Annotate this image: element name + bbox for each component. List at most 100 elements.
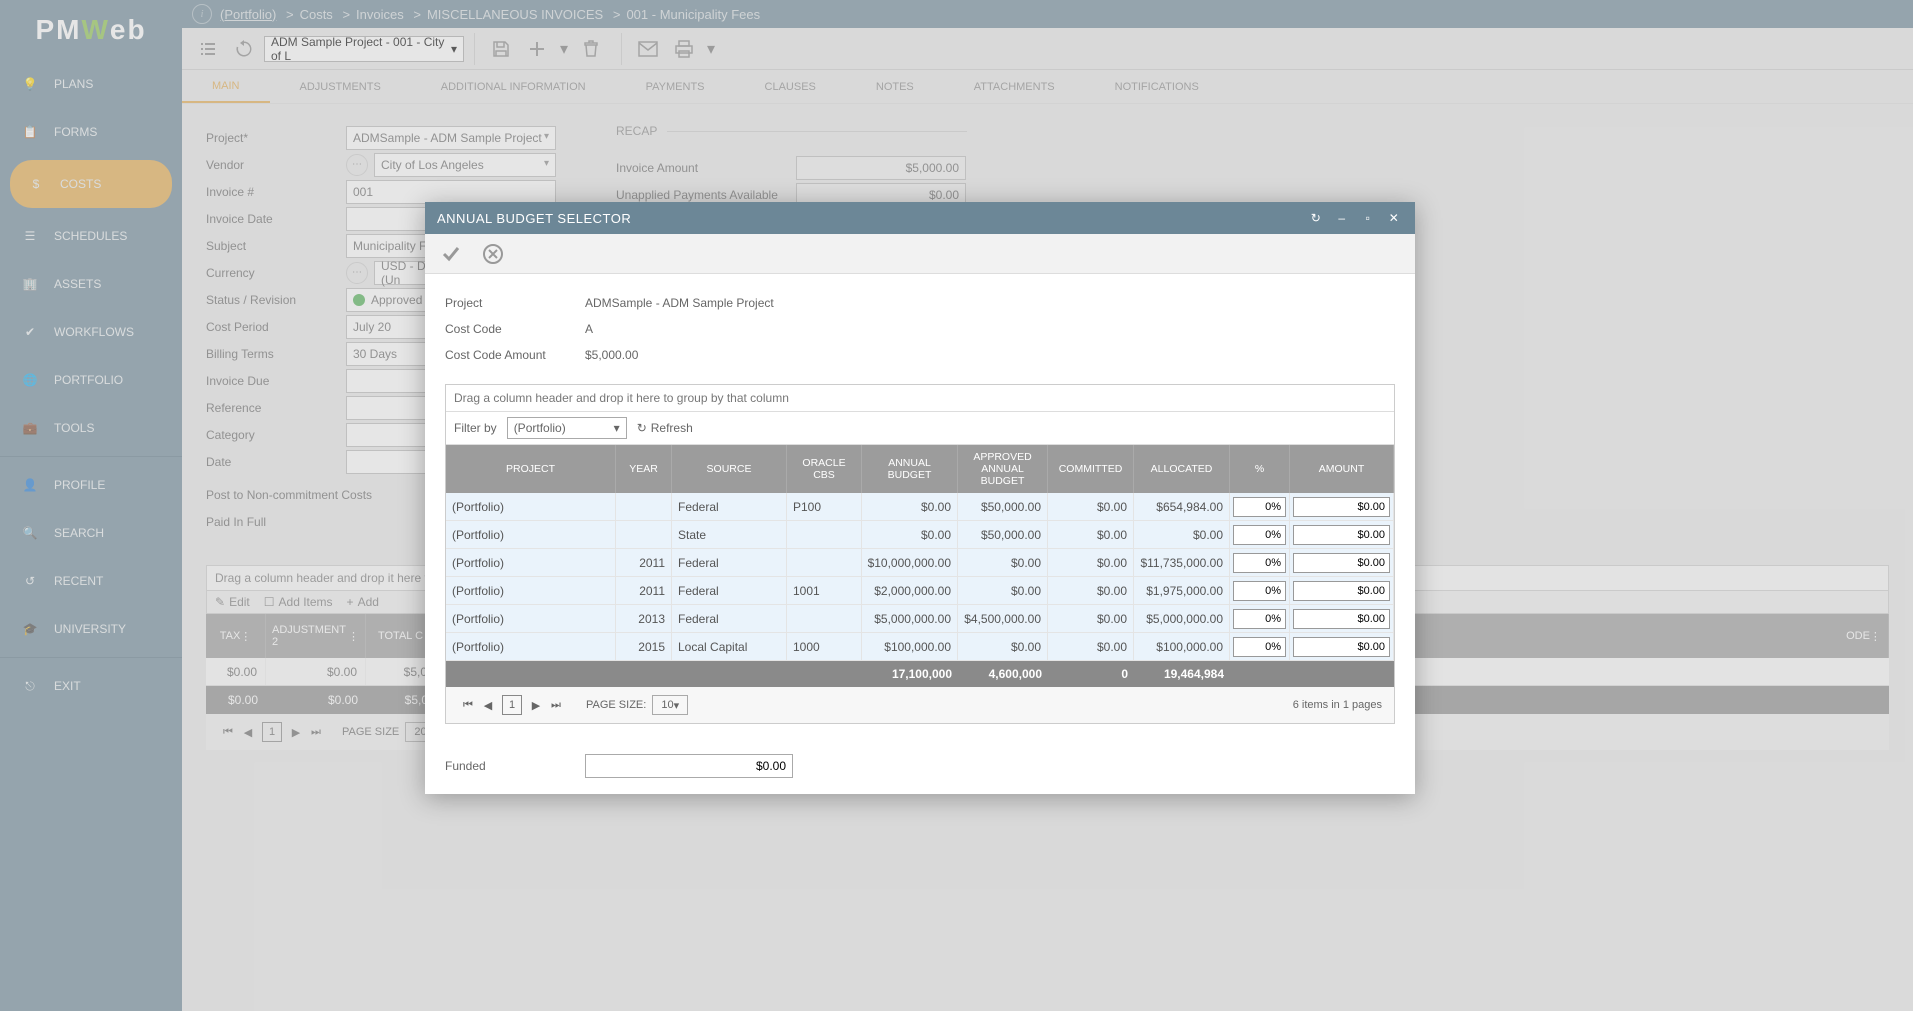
cell-committed: $0.00 [1048, 577, 1134, 604]
m-val-amount: $5,000.00 [585, 348, 638, 362]
cell-oracle: P100 [787, 493, 862, 520]
page-size-label: PAGE SIZE: [586, 699, 646, 711]
accept-icon[interactable] [439, 242, 463, 266]
cell-approved: $0.00 [958, 633, 1048, 660]
modal-header[interactable]: ANNUAL BUDGET SELECTOR ↻ – ▫ ✕ [425, 202, 1415, 234]
cell-pct[interactable] [1230, 577, 1290, 604]
m-lbl-amount: Cost Code Amount [445, 348, 585, 362]
cell-annual: $0.00 [862, 493, 958, 520]
grid-header: PROJECT YEAR SOURCE ORACLE CBS ANNUAL BU… [446, 445, 1394, 493]
cell-annual: $100,000.00 [862, 633, 958, 660]
cell-source: State [672, 521, 787, 548]
cell-pct[interactable] [1230, 549, 1290, 576]
cell-pct[interactable] [1230, 493, 1290, 520]
cell-committed: $0.00 [1048, 493, 1134, 520]
refresh-button[interactable]: ↻ Refresh [637, 421, 693, 435]
grid-row[interactable]: (Portfolio)FederalP100$0.00$50,000.00$0.… [446, 493, 1394, 521]
col-annual[interactable]: ANNUAL BUDGET [862, 445, 958, 493]
m-lbl-costcode: Cost Code [445, 322, 585, 336]
grid-group-bar[interactable]: Drag a column header and drop it here to… [446, 385, 1394, 412]
cell-annual: $2,000,000.00 [862, 577, 958, 604]
col-committed[interactable]: COMMITTED [1048, 445, 1134, 493]
col-pct[interactable]: % [1230, 445, 1290, 493]
cell-source: Federal [672, 577, 787, 604]
cell-allocated: $0.00 [1134, 521, 1230, 548]
cell-allocated: $1,975,000.00 [1134, 577, 1230, 604]
filter-by-label: Filter by [454, 421, 497, 435]
page-size-select[interactable]: 10 ▾ [652, 695, 688, 715]
cell-oracle [787, 521, 862, 548]
cell-allocated: $5,000,000.00 [1134, 605, 1230, 632]
grid-row[interactable]: (Portfolio)2015Local Capital1000$100,000… [446, 633, 1394, 661]
cell-year: 2011 [616, 549, 672, 576]
cell-allocated: $100,000.00 [1134, 633, 1230, 660]
cell-year [616, 493, 672, 520]
grid-row[interactable]: (Portfolio)2013Federal$5,000,000.00$4,50… [446, 605, 1394, 633]
cell-committed: $0.00 [1048, 549, 1134, 576]
col-approved[interactable]: APPROVED ANNUAL BUDGET [958, 445, 1048, 493]
pager-first-icon[interactable]: ⏮ [460, 697, 476, 713]
col-source[interactable]: SOURCE [672, 445, 787, 493]
maximize-icon[interactable]: ▫ [1359, 209, 1377, 227]
cell-amount[interactable] [1290, 605, 1394, 632]
modal-toolbar [425, 234, 1415, 274]
col-oracle[interactable]: ORACLE CBS [787, 445, 862, 493]
col-project[interactable]: PROJECT [446, 445, 616, 493]
funded-input[interactable] [585, 754, 793, 778]
cell-oracle: 1001 [787, 577, 862, 604]
pager-next-icon[interactable]: ▶ [528, 697, 544, 713]
funded-label: Funded [445, 759, 585, 773]
cell-amount[interactable] [1290, 521, 1394, 548]
col-amount[interactable]: AMOUNT [1290, 445, 1394, 493]
grid-row[interactable]: (Portfolio)2011Federal1001$2,000,000.00$… [446, 577, 1394, 605]
close-icon[interactable]: ✕ [1385, 209, 1403, 227]
col-year[interactable]: YEAR [616, 445, 672, 493]
cell-amount[interactable] [1290, 493, 1394, 520]
cell-annual: $10,000,000.00 [862, 549, 958, 576]
cell-project: (Portfolio) [446, 549, 616, 576]
pager-info: 6 items in 1 pages [1293, 699, 1382, 711]
cancel-icon[interactable] [481, 242, 505, 266]
cell-pct[interactable] [1230, 605, 1290, 632]
pager-last-icon[interactable]: ⏭ [548, 697, 564, 713]
grid-row[interactable]: (Portfolio)2011Federal$10,000,000.00$0.0… [446, 549, 1394, 577]
filter-select[interactable]: (Portfolio)▾ [507, 417, 627, 439]
cell-oracle [787, 605, 862, 632]
cell-pct[interactable] [1230, 521, 1290, 548]
grid-totals: 17,100,000 4,600,000 0 19,464,984 [446, 661, 1394, 687]
cell-source: Federal [672, 549, 787, 576]
grid-row[interactable]: (Portfolio)State$0.00$50,000.00$0.00$0.0… [446, 521, 1394, 549]
cell-project: (Portfolio) [446, 493, 616, 520]
m-val-costcode: A [585, 322, 593, 336]
pager-page[interactable]: 1 [502, 695, 522, 715]
cell-oracle [787, 549, 862, 576]
cell-source: Federal [672, 493, 787, 520]
cell-approved: $0.00 [958, 577, 1048, 604]
cell-oracle: 1000 [787, 633, 862, 660]
modal-title: ANNUAL BUDGET SELECTOR [437, 211, 631, 226]
cell-committed: $0.00 [1048, 605, 1134, 632]
cell-amount[interactable] [1290, 633, 1394, 660]
pager-prev-icon[interactable]: ◀ [480, 697, 496, 713]
cell-project: (Portfolio) [446, 633, 616, 660]
cell-approved: $4,500,000.00 [958, 605, 1048, 632]
cell-amount[interactable] [1290, 549, 1394, 576]
cell-annual: $0.00 [862, 521, 958, 548]
cell-project: (Portfolio) [446, 577, 616, 604]
cell-committed: $0.00 [1048, 521, 1134, 548]
cell-allocated: $11,735,000.00 [1134, 549, 1230, 576]
cell-pct[interactable] [1230, 633, 1290, 660]
cell-year [616, 521, 672, 548]
cell-committed: $0.00 [1048, 633, 1134, 660]
refresh-icon[interactable]: ↻ [1307, 209, 1325, 227]
col-allocated[interactable]: ALLOCATED [1134, 445, 1230, 493]
cell-source: Federal [672, 605, 787, 632]
cell-approved: $50,000.00 [958, 493, 1048, 520]
cell-project: (Portfolio) [446, 605, 616, 632]
cell-amount[interactable] [1290, 577, 1394, 604]
cell-project: (Portfolio) [446, 521, 616, 548]
cell-approved: $0.00 [958, 549, 1048, 576]
minimize-icon[interactable]: – [1333, 209, 1351, 227]
m-lbl-project: Project [445, 296, 585, 310]
m-val-project: ADMSample - ADM Sample Project [585, 296, 774, 310]
